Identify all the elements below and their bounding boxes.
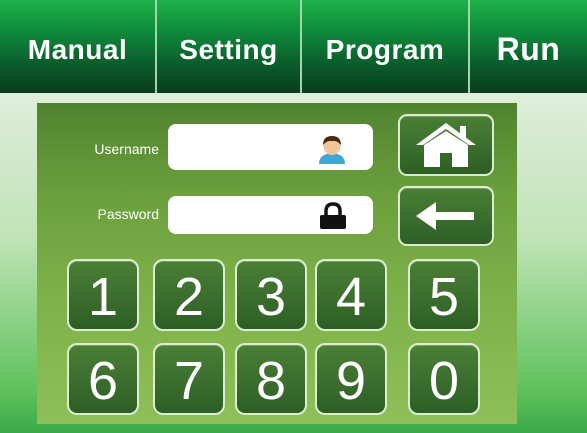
key-4[interactable]: 4 [315,259,387,331]
user-avatar-icon [319,136,345,164]
tab-run-label: Run [496,31,561,67]
tab-manual-label: Manual [27,33,128,65]
key-6-label: 6 [87,351,119,411]
key-9[interactable]: 9 [315,343,387,415]
tab-run[interactable]: Run [470,0,587,93]
key-7[interactable]: 7 [153,343,225,415]
key-5-label: 5 [428,267,460,327]
key-1-label: 1 [87,267,119,327]
lock-icon [320,202,346,229]
tab-setting-label: Setting [179,33,278,65]
tab-setting[interactable]: Setting [157,0,302,93]
key-2[interactable]: 2 [153,259,225,331]
key-4-label: 4 [335,267,367,327]
key-9-label: 9 [335,351,367,411]
key-8[interactable]: 8 [235,343,307,415]
key-6[interactable]: 6 [67,343,139,415]
arrow-left-icon [416,202,474,230]
login-panel: Username Password 1 2 3 4 5 6 7 8 9 0 [37,103,517,424]
key-0[interactable]: 0 [408,343,480,415]
home-button[interactable] [398,114,494,176]
key-7-label: 7 [173,351,205,411]
key-1[interactable]: 1 [67,259,139,331]
username-label: Username [94,141,159,157]
password-label: Password [97,206,159,222]
tab-manual[interactable]: Manual [0,0,157,93]
key-2-label: 2 [173,267,205,327]
key-8-label: 8 [255,351,287,411]
home-icon [416,123,476,167]
back-button[interactable] [398,186,494,246]
tab-program-label: Program [325,33,445,65]
key-5[interactable]: 5 [408,259,480,331]
key-0-label: 0 [428,351,460,411]
top-navigation: Manual Setting Program Run [0,0,587,93]
key-3[interactable]: 3 [235,259,307,331]
tab-program[interactable]: Program [302,0,470,93]
key-3-label: 3 [255,267,287,327]
